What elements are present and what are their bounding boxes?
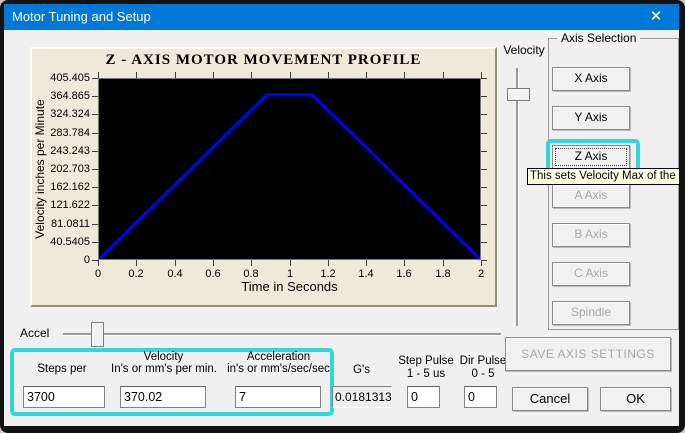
x-tick xyxy=(328,260,329,266)
axis-button-b-axis: B Axis xyxy=(552,223,630,247)
y-tick-right xyxy=(481,169,487,170)
x-tick-top xyxy=(290,72,291,78)
step-pulse-label: Step Pulse xyxy=(398,355,454,367)
gs-value: 0.0181313 xyxy=(332,386,392,408)
window-title: Motor Tuning and Setup xyxy=(12,9,151,24)
x-tick-top xyxy=(481,72,482,78)
axis-button-x-axis[interactable]: X Axis xyxy=(552,67,630,91)
y-tick-label: 121.622 xyxy=(50,199,90,211)
axis-button-spindle: Spindle xyxy=(552,301,630,325)
velocity-field-label: Velocity xyxy=(143,351,184,363)
y-tick-label: 162.162 xyxy=(50,181,90,193)
x-tick xyxy=(366,260,367,266)
y-tick xyxy=(92,187,98,188)
x-tick xyxy=(136,260,137,266)
x-tick-top xyxy=(443,72,444,78)
velocity-profile-line xyxy=(97,93,482,261)
velocity-slider-track[interactable] xyxy=(516,68,519,326)
y-tick-label: 283.784 xyxy=(50,127,90,139)
x-tick-top xyxy=(328,72,329,78)
y-tick-right xyxy=(481,78,487,79)
acceleration-field-units: in's or mm's/sec/sec xyxy=(227,363,330,375)
dialog-window: Motor Tuning and Setup ✕ Z - AXIS MOTOR … xyxy=(0,0,685,433)
save-axis-settings-button: SAVE AXIS SETTINGS xyxy=(505,337,671,371)
y-tick xyxy=(92,151,98,152)
y-tick-label: 0 xyxy=(83,254,90,266)
x-tick xyxy=(404,260,405,266)
y-tick xyxy=(92,242,98,243)
dialog-body: Z - AXIS MOTOR MOVEMENT PROFILE Velocity… xyxy=(4,30,679,426)
accel-slider-track[interactable] xyxy=(63,333,501,336)
velocity-field-units: In's or mm's per min. xyxy=(111,363,217,375)
chart-title: Z - AXIS MOTOR MOVEMENT PROFILE xyxy=(105,52,422,68)
x-tick xyxy=(290,260,291,266)
x-tick xyxy=(481,260,482,266)
y-tick xyxy=(92,205,98,206)
velocity-slider-label: Velocity xyxy=(503,43,545,57)
steps-per-input[interactable] xyxy=(23,386,105,408)
y-tick-right xyxy=(481,187,487,188)
x-tick-top xyxy=(251,72,252,78)
x-tick-top xyxy=(366,72,367,78)
y-tick xyxy=(92,78,98,79)
x-tick-top xyxy=(175,72,176,78)
acceleration-input[interactable] xyxy=(235,386,321,408)
y-tick xyxy=(92,224,98,225)
y-tick-label: 81.0811 xyxy=(51,218,90,230)
y-tick-label: 324.324 xyxy=(50,108,90,120)
y-tick-label: 364.865 xyxy=(50,90,90,102)
step-pulse-range: 1 - 5 us xyxy=(406,368,446,380)
x-tick xyxy=(175,260,176,266)
y-tick-label: 405.405 xyxy=(50,72,90,84)
y-tick-label: 243.243 xyxy=(50,145,90,157)
y-tick-right xyxy=(481,205,487,206)
chart-x-axis-label: Time in Seconds xyxy=(241,279,338,294)
accel-slider-thumb[interactable] xyxy=(91,322,104,347)
step-pulse-input[interactable] xyxy=(407,386,440,408)
x-tick-top xyxy=(136,72,137,78)
x-tick-top xyxy=(404,72,405,78)
gs-label: G's xyxy=(353,364,370,376)
axis-button-y-axis[interactable]: Y Axis xyxy=(552,106,630,130)
accel-slider-label: Accel xyxy=(20,326,50,340)
y-tick-right xyxy=(481,224,487,225)
y-tick-right xyxy=(481,242,487,243)
axis-button-c-axis: C Axis xyxy=(552,262,630,286)
y-tick xyxy=(92,96,98,97)
close-icon[interactable]: ✕ xyxy=(633,4,679,30)
y-tick xyxy=(92,169,98,170)
y-tick-label: 40.5405 xyxy=(50,236,90,248)
velocity-slider-thumb[interactable] xyxy=(507,88,530,101)
y-tick-right xyxy=(481,151,487,152)
x-tick-top xyxy=(98,72,99,78)
y-tick-right xyxy=(481,96,487,97)
axis-button-a-axis: A Axis xyxy=(552,184,630,208)
x-tick xyxy=(213,260,214,266)
axis-selection-title: Axis Selection xyxy=(557,31,641,45)
y-tick-right xyxy=(481,133,487,134)
cancel-button[interactable]: Cancel xyxy=(512,387,588,411)
x-tick xyxy=(443,260,444,266)
x-tick-top xyxy=(213,72,214,78)
acceleration-field-label: Acceleration xyxy=(246,351,311,363)
title-bar[interactable]: Motor Tuning and Setup ✕ xyxy=(4,4,679,30)
ok-button[interactable]: OK xyxy=(600,387,671,411)
dir-pulse-input[interactable] xyxy=(464,386,497,408)
chart-plot-area xyxy=(97,78,482,261)
axis-button-z-axis[interactable]: Z Axis xyxy=(552,145,630,169)
x-tick xyxy=(251,260,252,266)
steps-per-label: Steps per xyxy=(37,363,87,375)
velocity-profile-chart xyxy=(97,93,482,261)
y-tick-right xyxy=(481,114,487,115)
y-tick xyxy=(92,114,98,115)
x-tick xyxy=(98,260,99,266)
y-tick xyxy=(92,133,98,134)
y-tick-label: 202.703 xyxy=(50,163,90,175)
velocity-input[interactable] xyxy=(120,386,206,408)
tooltip: This sets Velocity Max of the xyxy=(527,168,679,185)
